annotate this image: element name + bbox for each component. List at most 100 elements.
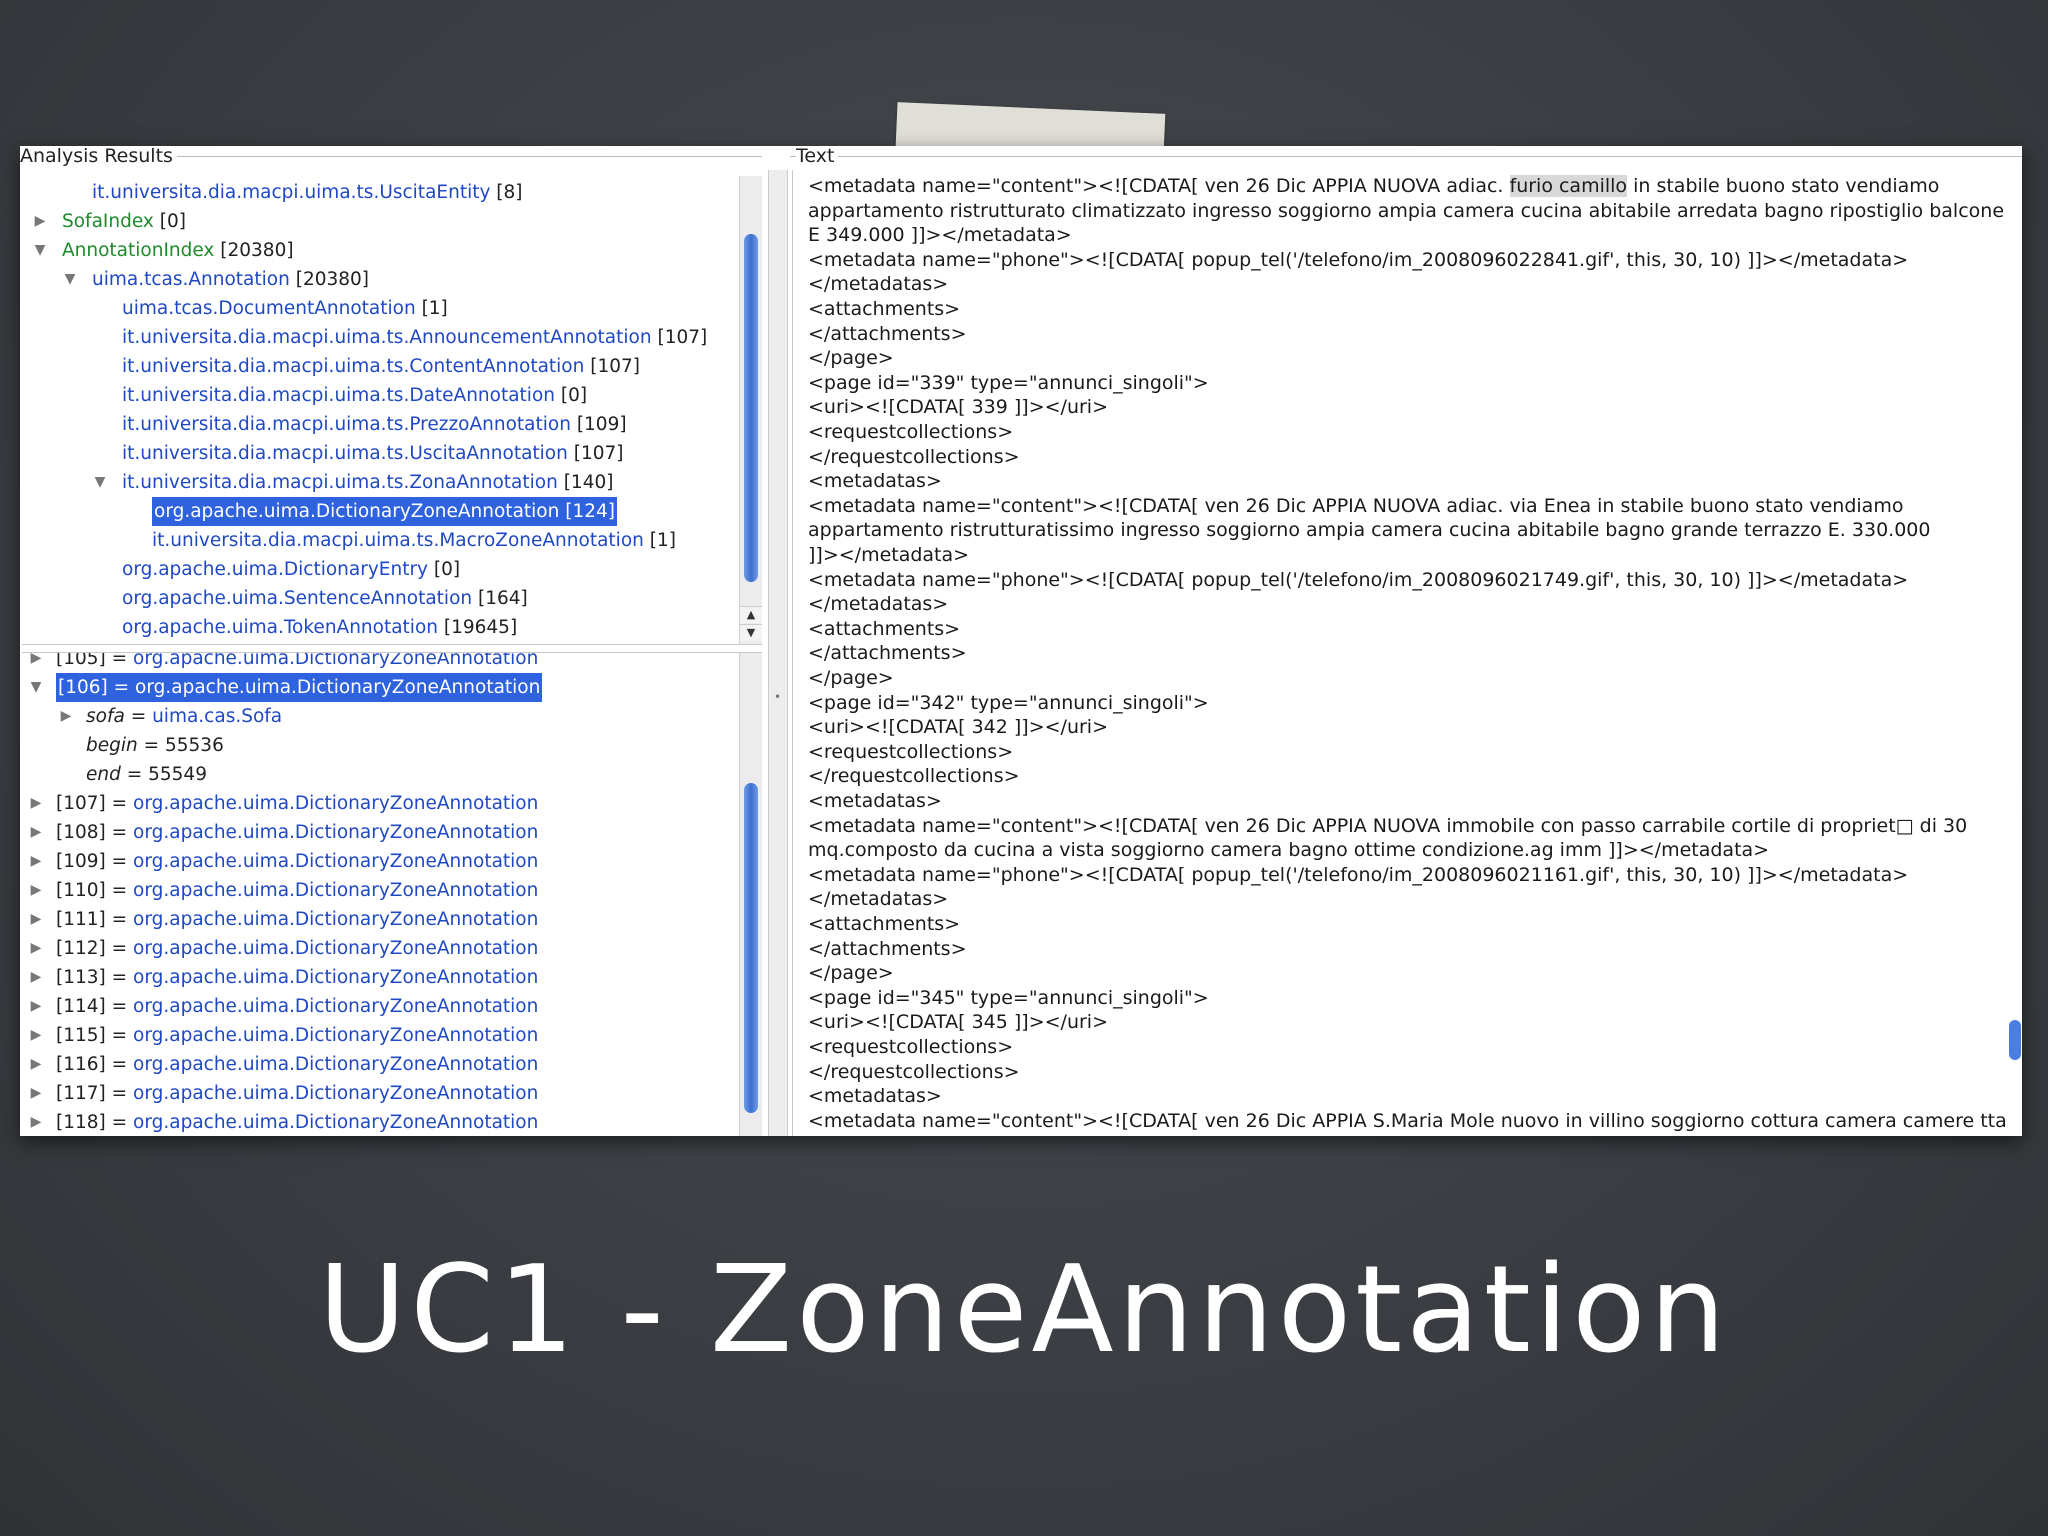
equals-sign: = [105,938,134,959]
fs-row-text[interactable]: [111] = org.apache.uima.DictionaryZoneAn… [56,905,538,934]
fs-row-text[interactable]: [108] = org.apache.uima.DictionaryZoneAn… [56,818,538,847]
fs-row-text[interactable]: end = 55549 [86,760,207,789]
fs-row-text[interactable]: [113] = org.apache.uima.DictionaryZoneAn… [56,963,538,992]
tree-node-text[interactable]: org.apache.uima.DictionaryEntry [0] [122,555,460,584]
text-line: <metadata name="content"><![CDATA[ ven 2… [808,494,1904,517]
fs-row-text[interactable]: [112] = org.apache.uima.DictionaryZoneAn… [56,934,538,963]
tree-scroll-thumb[interactable] [744,234,758,582]
expanded-arrow-icon[interactable]: ▼ [26,673,46,702]
tree-node-count: [0] [555,385,588,406]
document-text-area[interactable]: <metadata name="content"><![CDATA[ ven 2… [792,170,2021,1136]
collapsed-arrow-icon[interactable]: ▶ [26,992,46,1021]
collapsed-arrow-icon[interactable]: ▶ [26,818,46,847]
fs-row-text[interactable]: [115] = org.apache.uima.DictionaryZoneAn… [56,1021,538,1050]
fs-feature-name: end [86,764,121,785]
fs-row-text[interactable]: [118] = org.apache.uima.DictionaryZoneAn… [56,1108,538,1136]
fs-row-text[interactable]: begin = 55536 [86,731,224,760]
scroll-down-arrow-icon[interactable]: ▼ [740,624,762,641]
fs-value: org.apache.uima.DictionaryZoneAnnotation [133,880,539,901]
fs-value: org.apache.uima.DictionaryZoneAnnotation [133,996,539,1017]
type-tree[interactable]: ▲ ▼ it.universita.dia.macpi.uima.ts.Usci… [22,176,762,645]
fs-index: [110] [56,880,106,901]
tree-node-label: org.apache.uima.DictionaryZoneAnnotation [154,501,560,522]
text-line: <page id="339" type="annunci_singoli"> [808,371,1209,394]
tree-node-text[interactable]: it.universita.dia.macpi.uima.ts.PrezzoAn… [122,410,627,439]
tree-node-count: [0] [428,559,461,580]
text-line: </requestcollections> [808,765,1020,788]
fs-scrollbar[interactable] [739,653,762,1136]
equals-sign: = [124,706,153,727]
text-line: mq.composto da cucina a vista soggiorno … [808,839,1770,862]
tree-node-text[interactable]: it.universita.dia.macpi.uima.ts.ContentA… [122,352,640,381]
tree-scrollbar[interactable]: ▲ ▼ [739,176,762,644]
scroll-up-arrow-icon[interactable]: ▲ [740,606,762,623]
equals-sign: = [105,822,134,843]
collapsed-arrow-icon[interactable]: ▶ [26,876,46,905]
collapsed-arrow-icon[interactable]: ▶ [26,1108,46,1136]
collapsed-arrow-icon[interactable]: ▶ [26,934,46,963]
tree-node-count: [140] [557,472,614,493]
collapsed-arrow-icon[interactable]: ▶ [26,847,46,876]
fs-row-text[interactable]: [109] = org.apache.uima.DictionaryZoneAn… [56,847,538,876]
tree-node-text[interactable]: it.universita.dia.macpi.uima.ts.DateAnno… [122,381,587,410]
tree-node-text[interactable]: it.universita.dia.macpi.uima.ts.Announce… [122,323,707,352]
equals-sign: = [107,677,136,698]
fs-scroll-thumb[interactable] [744,783,758,1113]
tree-node-label: uima.tcas.DocumentAnnotation [122,298,416,319]
collapsed-arrow-icon[interactable]: ▶ [26,1021,46,1050]
fs-value: org.apache.uima.DictionaryZoneAnnotation [133,909,539,930]
collapsed-arrow-icon[interactable]: ▶ [26,963,46,992]
tree-node-text[interactable]: org.apache.uima.SentenceAnnotation [164] [122,584,528,613]
fs-index: [105] [56,652,106,669]
text-line: <metadata name="phone"><![CDATA[ popup_t… [808,568,1909,591]
fs-index: [106] [58,677,108,698]
feature-structure-list[interactable]: ▶ [105] = org.apache.uima.DictionaryZoneA… [22,652,762,1136]
fs-feature-name: sofa [86,706,125,727]
tree-node-text[interactable]: uima.tcas.DocumentAnnotation [1] [122,294,448,323]
tree-node-text[interactable]: AnnotationIndex [20380] [62,236,294,265]
equals-sign: = [105,1083,134,1104]
tree-node-text[interactable]: uima.tcas.Annotation [20380] [92,265,369,294]
fs-row-text[interactable]: [110] = org.apache.uima.DictionaryZoneAn… [56,876,538,905]
collapsed-arrow-icon[interactable]: ▶ [26,1050,46,1079]
equals-sign: = [105,1025,134,1046]
fs-index: [112] [56,938,106,959]
collapsed-arrow-icon[interactable]: ▶ [26,905,46,934]
tree-node-count: [109] [570,414,627,435]
fs-row-text[interactable]: [117] = org.apache.uima.DictionaryZoneAn… [56,1079,538,1108]
fs-row-text[interactable]: [114] = org.apache.uima.DictionaryZoneAn… [56,992,538,1021]
tree-node-count: [164] [472,588,528,609]
tree-node-text[interactable]: it.universita.dia.macpi.uima.ts.UscitaEn… [92,178,523,207]
fs-value: org.apache.uima.DictionaryZoneAnnotation [133,1083,539,1104]
tree-node-count: [19645] [438,617,518,638]
fs-row-text[interactable]: [106] = org.apache.uima.DictionaryZoneAn… [56,673,543,702]
collapsed-arrow-icon[interactable]: ▶ [56,702,76,731]
drag-handle-icon[interactable]: • [774,690,781,704]
fs-value: org.apache.uima.DictionaryZoneAnnotation [133,938,539,959]
text-line: <metadata name="phone"><![CDATA[ popup_t… [808,863,1909,886]
expanded-arrow-icon[interactable]: ▼ [60,265,80,294]
tree-node-text[interactable]: it.universita.dia.macpi.uima.ts.UscitaAn… [122,439,624,468]
collapsed-arrow-icon[interactable]: ▶ [30,207,50,236]
tree-node-text[interactable]: org.apache.uima.TokenAnnotation [19645] [122,613,517,642]
tree-node-text[interactable]: SofaIndex [0] [62,207,186,236]
text-panel-title: Text [796,146,839,166]
text-scroll-thumb[interactable] [2009,1020,2021,1060]
fs-row-text[interactable]: [105] = org.apache.uima.DictionaryZoneAn… [56,652,538,673]
text-line: <metadata name="content"><![CDATA[ ven 2… [808,175,1940,197]
tree-node-text[interactable]: it.universita.dia.macpi.uima.ts.ZonaAnno… [122,468,613,497]
collapsed-arrow-icon[interactable]: ▶ [26,789,46,818]
tree-node-text[interactable]: it.universita.dia.macpi.uima.ts.MacroZon… [152,526,676,555]
collapsed-arrow-icon[interactable]: ▶ [26,1079,46,1108]
split-pane-divider[interactable]: • [768,170,788,1136]
collapsed-arrow-icon[interactable]: ▶ [26,653,46,673]
tree-node-text[interactable]: org.apache.uima.DictionaryZoneAnnotation… [152,497,617,526]
annotation-viewer-window: Analysis Results ▲ ▼ it.universita.dia.m… [20,146,2022,1136]
fs-value: org.apache.uima.DictionaryZoneAnnotation [133,967,539,988]
tree-node-count: [1] [643,530,676,551]
expanded-arrow-icon[interactable]: ▼ [30,236,50,265]
fs-row-text[interactable]: sofa = uima.cas.Sofa [86,702,282,731]
fs-row-text[interactable]: [116] = org.apache.uima.DictionaryZoneAn… [56,1050,538,1079]
fs-row-text[interactable]: [107] = org.apache.uima.DictionaryZoneAn… [56,789,538,818]
expanded-arrow-icon[interactable]: ▼ [90,468,110,497]
